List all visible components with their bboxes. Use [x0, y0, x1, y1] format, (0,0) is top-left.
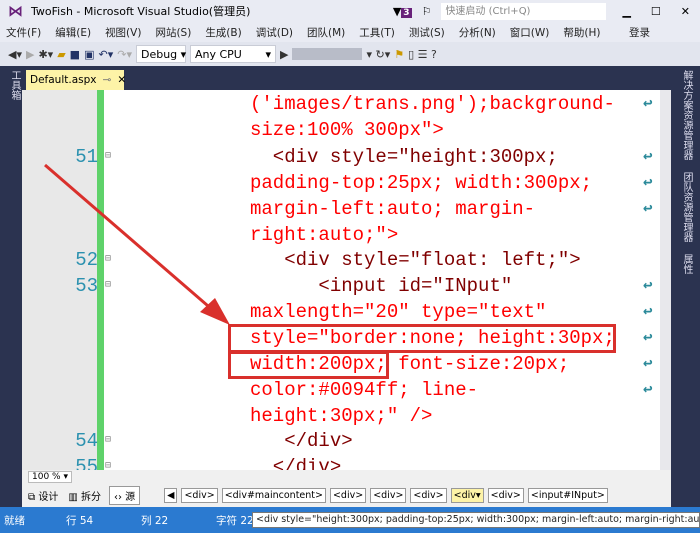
zoom-select[interactable]: 100 % ▾ — [28, 471, 72, 483]
crumb-scroll-left[interactable]: ◀ — [164, 488, 178, 503]
tooltip: <div style="height:300px; padding-top:25… — [252, 512, 700, 528]
status-row: 行 54 — [66, 514, 94, 527]
breadcrumb-item-active[interactable]: <div▾ — [450, 488, 484, 503]
zoom-row: 100 % ▾ — [22, 470, 671, 484]
design-label: 设计 — [38, 492, 59, 503]
status-ready: 就绪 — [4, 514, 25, 527]
breadcrumb-item[interactable]: <div> — [181, 488, 218, 503]
status-char: 字符 22 — [216, 514, 254, 527]
breadcrumb-item[interactable]: <div#maincontent> — [221, 488, 326, 503]
breadcrumb-item[interactable]: <input#INput> — [527, 488, 608, 503]
breadcrumb-item[interactable]: <div> — [487, 488, 524, 503]
status-col: 列 22 — [141, 514, 169, 527]
breadcrumb-item[interactable]: <div> — [370, 488, 407, 503]
breadcrumb-item[interactable]: <div> — [329, 488, 367, 503]
split-label: 拆分 — [80, 492, 101, 503]
red-arrow-annotation — [44, 163, 230, 325]
source-view-button[interactable]: ‹› 源 — [108, 486, 141, 505]
breadcrumb-item[interactable]: <div> — [410, 488, 447, 503]
split-view-button[interactable]: ▥ 拆分 — [68, 488, 101, 503]
zoom-value: 100 % — [32, 472, 61, 482]
design-view-button[interactable]: ⧉ 设计 — [28, 488, 58, 503]
view-bar: ⧉ 设计 ▥ 拆分 ‹› 源 ◀ <div> <div#maincontent>… — [22, 484, 671, 507]
source-label: 源 — [125, 492, 136, 503]
